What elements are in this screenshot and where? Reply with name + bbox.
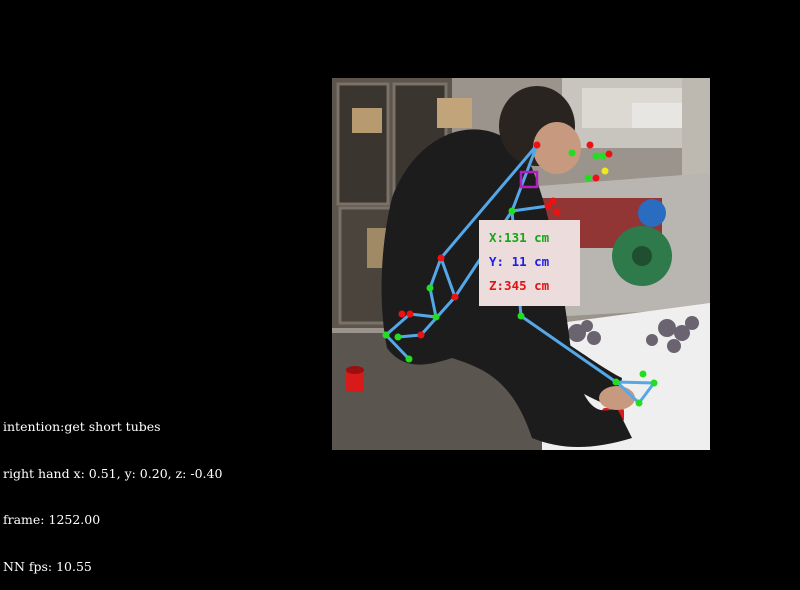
face-keypoints: [568, 141, 613, 182]
pose-overlay: [382, 141, 658, 407]
coord-y-label: Y: 11 cm: [489, 254, 550, 269]
coordinate-readout: X:131 cm Y: 11 cm Z:345 cm: [479, 220, 580, 306]
intention-text: intention:get short tubes: [3, 419, 161, 434]
frame-counter: frame: 1252.00: [3, 512, 101, 527]
fps-counter: NN fps: 10.55: [3, 558, 92, 574]
coord-x-label: X:131 cm: [489, 230, 550, 245]
right-hand-text: right hand x: 0.51, y: 0.20, z: -0.40: [3, 465, 223, 481]
coord-z-label: Z:345 cm: [489, 278, 550, 293]
status-hud: intention:get short tubes right hand x: …: [3, 388, 222, 590]
